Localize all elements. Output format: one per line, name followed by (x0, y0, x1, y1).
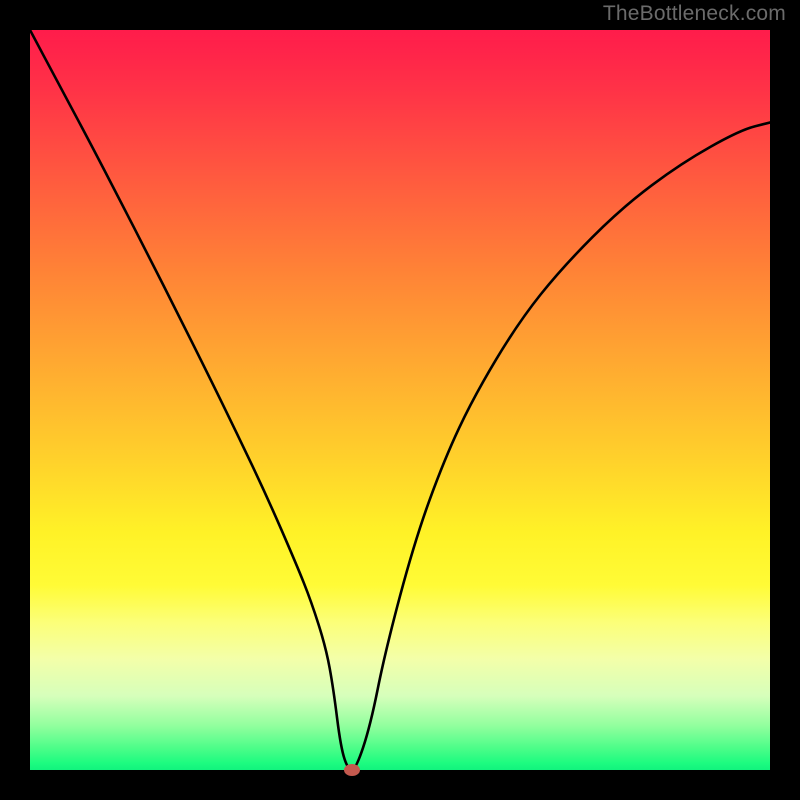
chart-frame: TheBottleneck.com (0, 0, 800, 800)
bottleneck-curve (30, 30, 770, 770)
min-point-marker (344, 764, 360, 776)
watermark-label: TheBottleneck.com (603, 2, 786, 26)
plot-area (30, 30, 770, 770)
